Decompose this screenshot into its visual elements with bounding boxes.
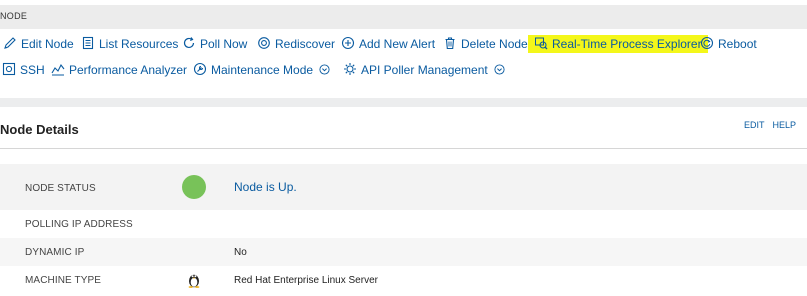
node-panel: NODE Edit Node List Resources Poll Now R… (0, 0, 807, 98)
document-list-icon (81, 36, 95, 50)
poll-now-label: Poll Now (200, 37, 248, 51)
edit-link[interactable]: EDIT (744, 120, 765, 130)
real-time-process-explorer-button[interactable]: Real-Time Process Explorer (528, 35, 708, 53)
process-explorer-icon (534, 36, 548, 50)
polling-ip-row: POLLING IP ADDRESS (0, 210, 807, 238)
performance-analyzer-icon (51, 62, 65, 76)
plus-circle-icon (341, 36, 355, 50)
ssh-button[interactable]: SSH (2, 61, 45, 79)
node-header-label: NODE (0, 11, 28, 21)
node-section-header: NODE (0, 5, 807, 29)
dynamic-ip-label: DYNAMIC IP (25, 247, 85, 258)
edit-node-label: Edit Node (21, 37, 74, 51)
node-status-row: NODE STATUS Node is Up. (0, 164, 807, 210)
details-actions: EDIT HELP (736, 120, 796, 130)
node-status-label: NODE STATUS (25, 183, 96, 194)
details-divider (0, 148, 807, 149)
add-new-alert-button[interactable]: Add New Alert (341, 35, 435, 53)
dynamic-ip-value: No (234, 247, 247, 258)
maintenance-icon (193, 62, 207, 76)
node-details-panel: Node Details EDIT HELP NODE STATUS Node i… (0, 107, 807, 296)
rediscover-button[interactable]: Rediscover (257, 35, 335, 53)
api-poller-management-dropdown[interactable]: API Poller Management (343, 61, 505, 79)
chevron-down-icon (319, 64, 330, 75)
polling-ip-label: POLLING IP ADDRESS (25, 219, 133, 230)
rediscover-icon (257, 36, 271, 50)
ssh-icon (2, 62, 16, 76)
machine-type-value: Red Hat Enterprise Linux Server (234, 275, 378, 286)
rediscover-label: Rediscover (275, 37, 336, 51)
performance-analyzer-label: Performance Analyzer (69, 63, 188, 77)
edit-node-button[interactable]: Edit Node (3, 35, 74, 53)
dynamic-ip-row: DYNAMIC IP No (0, 238, 807, 266)
machine-type-row: MACHINE TYPE Red Hat Enterprise Linux Se… (0, 266, 807, 294)
pencil-icon (3, 36, 17, 50)
performance-analyzer-button[interactable]: Performance Analyzer (51, 61, 187, 79)
real-time-process-explorer-label: Real-Time Process Explorer (552, 37, 702, 51)
chevron-down-icon (494, 64, 505, 75)
status-up-icon (182, 175, 206, 199)
add-new-alert-label: Add New Alert (359, 37, 436, 51)
ssh-label: SSH (20, 63, 45, 77)
list-resources-label: List Resources (99, 37, 179, 51)
poll-now-button[interactable]: Poll Now (182, 35, 247, 53)
api-poller-icon (343, 62, 357, 76)
reboot-icon (700, 36, 714, 50)
reboot-button[interactable]: Reboot (700, 35, 757, 53)
maintenance-mode-dropdown[interactable]: Maintenance Mode (193, 61, 330, 79)
node-details-title: Node Details (0, 122, 79, 137)
api-poller-management-label: API Poller Management (361, 63, 488, 77)
maintenance-mode-label: Maintenance Mode (211, 63, 314, 77)
node-status-value[interactable]: Node is Up. (234, 180, 297, 194)
machine-type-label: MACHINE TYPE (25, 275, 102, 286)
section-gap (0, 98, 807, 107)
linux-penguin-icon (187, 272, 201, 288)
reboot-label: Reboot (718, 37, 757, 51)
list-resources-button[interactable]: List Resources (81, 35, 178, 53)
delete-node-button[interactable]: Delete Node (443, 35, 528, 53)
refresh-icon (182, 36, 196, 50)
delete-node-label: Delete Node (461, 37, 528, 51)
help-link[interactable]: HELP (772, 120, 796, 130)
trash-icon (443, 36, 457, 50)
